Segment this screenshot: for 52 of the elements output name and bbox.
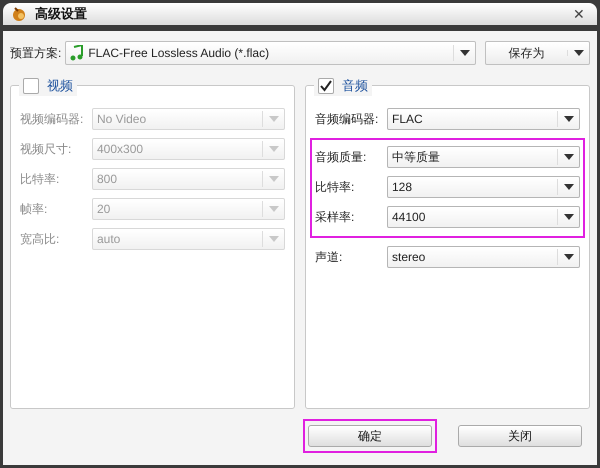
music-note-icon — [70, 45, 84, 61]
caret-icon — [460, 50, 470, 56]
caret-icon — [574, 50, 584, 56]
dropdown-value: FLAC — [391, 111, 424, 128]
caret-icon — [268, 176, 278, 182]
field-label: 视频尺寸: — [20, 141, 72, 158]
caret-icon — [268, 206, 278, 212]
dialog-button[interactable]: 关闭 — [458, 425, 582, 447]
dropdown-value: auto — [96, 231, 122, 248]
dropdown[interactable]: 中等质量 — [387, 146, 580, 168]
field-label: 声道: — [315, 249, 344, 266]
dropdown-value: No Video — [96, 111, 148, 128]
dropdown-value: 20 — [96, 201, 112, 218]
dropdown-value: 44100 — [391, 209, 426, 226]
caret-icon — [564, 254, 574, 260]
dialog-button[interactable]: 确定 — [308, 425, 432, 447]
caret-icon — [268, 146, 278, 152]
field-label: 视频编码器: — [20, 111, 84, 128]
check-icon — [320, 80, 332, 92]
caret-icon — [268, 116, 278, 122]
field-label: 音频编码器: — [315, 111, 380, 128]
field-label: 帧率: — [20, 201, 48, 218]
caret-icon — [564, 116, 574, 122]
checkbox[interactable] — [23, 78, 39, 94]
caret-icon — [268, 236, 278, 242]
window-title: 高级设置 — [35, 5, 87, 24]
close-button[interactable]: ✕ — [569, 4, 589, 24]
dropdown-value: stereo — [391, 249, 426, 266]
preset-dropdown[interactable]: FLAC-Free Lossless Audio (*.flac) — [65, 41, 476, 65]
dropdown[interactable]: 128 — [387, 176, 580, 198]
section-title: 视频 — [47, 77, 73, 95]
caret-icon — [564, 184, 574, 190]
field-label: 宽高比: — [20, 231, 60, 248]
dropdown[interactable]: 44100 — [387, 206, 580, 228]
dropdown-value: 400x300 — [96, 141, 144, 158]
dropdown[interactable]: stereo — [387, 246, 580, 268]
field-label: 比特率: — [20, 171, 60, 188]
field-label: 采样率: — [315, 209, 356, 226]
preset-label: 预置方案: — [10, 45, 62, 62]
dropdown[interactable]: FLAC — [387, 108, 580, 130]
preset-value: FLAC-Free Lossless Audio (*.flac) — [88, 45, 270, 62]
field-label: 音频质量: — [315, 149, 368, 166]
section-title: 音频 — [342, 77, 368, 95]
field-label: 比特率: — [315, 179, 356, 196]
app-logo-icon — [11, 6, 27, 22]
caret-icon — [564, 154, 574, 160]
dropdown-value: 128 — [391, 179, 414, 196]
caret-icon — [564, 214, 574, 220]
dropdown-value: 中等质量 — [391, 149, 441, 166]
save-as-button[interactable]: 保存为 — [485, 41, 590, 65]
dropdown-value: 800 — [96, 171, 118, 188]
checkbox[interactable] — [318, 78, 334, 94]
